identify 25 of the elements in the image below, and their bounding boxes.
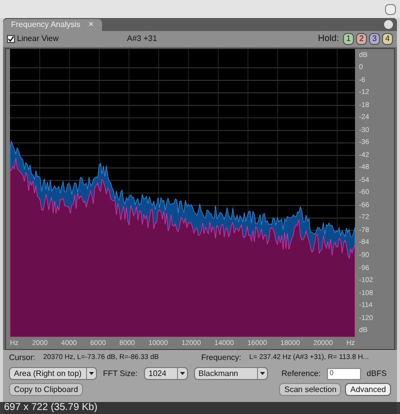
reference-label: Reference: (282, 368, 321, 380)
action-button[interactable]: Copy to Clipboard (9, 383, 84, 396)
caret-icon (260, 372, 265, 375)
window-function-dropdown[interactable]: Blackmann (194, 367, 268, 380)
check-icon (8, 36, 14, 42)
caret-icon (180, 372, 185, 375)
frequency-label: Frequency: (201, 352, 242, 364)
hold-button[interactable]: 1 (343, 33, 354, 45)
hold-button[interactable]: 4 (382, 33, 393, 45)
fft-size-dropdown[interactable]: 1024 (144, 367, 188, 380)
image-info-bar: 697 x 722 (35.79 Kb) (0, 402, 400, 414)
panel-menu-button[interactable] (384, 20, 393, 29)
cursor-label: Cursor: (9, 352, 36, 364)
hold-button[interactable]: 2 (356, 33, 367, 45)
fft-size-label: FFT Size: (103, 368, 138, 380)
note-readout: A#3 +31 (127, 33, 158, 45)
maximize-button[interactable] (385, 4, 396, 14)
display-mode-dropdown[interactable]: Area (Right on top) (9, 367, 97, 380)
reference-unit: dBFS (366, 368, 387, 380)
hold-button[interactable]: 3 (369, 33, 380, 45)
action-button[interactable]: Advanced (345, 383, 391, 396)
action-button[interactable]: Scan selection (279, 383, 342, 396)
hold-label: Hold: (318, 32, 339, 46)
caret-icon (89, 372, 94, 375)
linear-view-checkbox[interactable]: Linear View (7, 33, 127, 45)
